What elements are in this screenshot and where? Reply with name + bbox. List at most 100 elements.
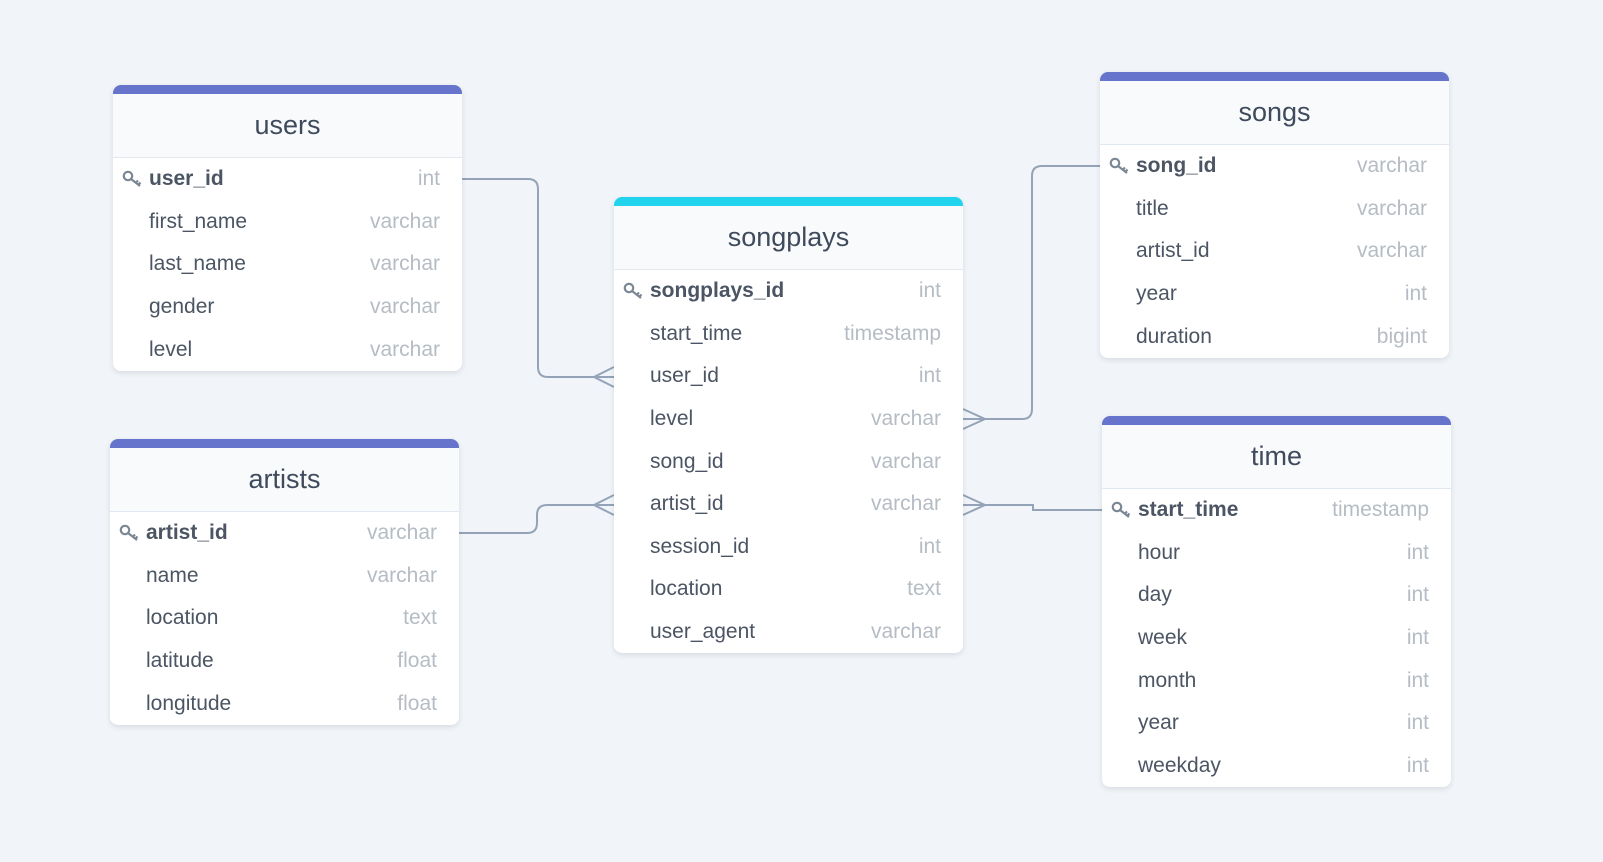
table-accent-bar bbox=[1102, 416, 1451, 425]
column-name: start_time bbox=[650, 321, 743, 345]
column-row[interactable]: user_id int bbox=[614, 355, 963, 398]
column-name: first_name bbox=[149, 209, 248, 233]
column-name: user_id bbox=[149, 167, 224, 191]
column-row[interactable]: artist_id varchar bbox=[614, 483, 963, 526]
crowfoot-users-songplays bbox=[591, 366, 615, 388]
column-type: float bbox=[397, 649, 437, 673]
column-row[interactable]: duration bigint bbox=[1100, 315, 1449, 358]
column-row[interactable]: first_name varchar bbox=[113, 201, 462, 244]
column-type: int bbox=[1406, 711, 1429, 735]
column-name: artist_id bbox=[146, 521, 228, 545]
column-type: varchar bbox=[870, 407, 941, 431]
column-name: year bbox=[1138, 711, 1179, 735]
key-icon bbox=[623, 282, 643, 299]
column-name: title bbox=[1136, 196, 1169, 220]
table-title[interactable]: songs bbox=[1100, 81, 1449, 145]
column-name: artist_id bbox=[1136, 239, 1210, 263]
column-name: user_agent bbox=[650, 620, 756, 644]
column-type: text bbox=[403, 606, 437, 630]
column-row[interactable]: hour int bbox=[1102, 532, 1451, 575]
column-type: varchar bbox=[366, 563, 437, 587]
column-row[interactable]: title varchar bbox=[1100, 188, 1449, 231]
column-type: timestamp bbox=[844, 321, 941, 345]
column-type: int bbox=[1406, 753, 1429, 777]
key-icon bbox=[1111, 501, 1131, 518]
column-row[interactable]: week int bbox=[1102, 617, 1451, 660]
table-title[interactable]: songplays bbox=[614, 206, 963, 270]
column-name: song_id bbox=[650, 449, 724, 473]
table-songs[interactable]: songs song_id varchar title varchar artist_id… bbox=[1100, 72, 1449, 358]
column-type: int bbox=[918, 534, 941, 558]
column-name: longitude bbox=[146, 691, 232, 715]
link-users-songplays bbox=[462, 178, 614, 378]
key-icon bbox=[1109, 157, 1129, 174]
column-row[interactable]: start_time timestamp bbox=[1102, 489, 1451, 532]
column-name: month bbox=[1138, 668, 1197, 692]
column-name: location bbox=[146, 606, 219, 630]
column-type: varchar bbox=[1356, 196, 1427, 220]
column-row[interactable]: artist_id varchar bbox=[1100, 230, 1449, 273]
table-songplays[interactable]: songplays songplays_id int start_time timest… bbox=[614, 197, 963, 654]
column-type: int bbox=[918, 279, 941, 303]
column-type: varchar bbox=[369, 295, 440, 319]
column-row[interactable]: level varchar bbox=[113, 328, 462, 371]
table-time[interactable]: time start_time timestamp hour int day int week… bbox=[1102, 416, 1451, 788]
link-artists-songplays bbox=[459, 504, 614, 534]
table-title[interactable]: artists bbox=[110, 448, 459, 512]
column-name: artist_id bbox=[650, 492, 724, 516]
column-row[interactable]: level varchar bbox=[614, 398, 963, 441]
column-row[interactable]: longitude float bbox=[110, 682, 459, 725]
column-name: day bbox=[1138, 583, 1172, 607]
column-row[interactable]: day int bbox=[1102, 574, 1451, 617]
column-type: int bbox=[1406, 583, 1429, 607]
column-type: bigint bbox=[1376, 324, 1427, 348]
column-type: int bbox=[1406, 540, 1429, 564]
column-type: varchar bbox=[1356, 154, 1427, 178]
column-row[interactable]: song_id varchar bbox=[1100, 145, 1449, 188]
column-type: varchar bbox=[870, 492, 941, 516]
column-type: varchar bbox=[369, 209, 440, 233]
key-icon bbox=[119, 524, 139, 541]
column-type: float bbox=[397, 691, 437, 715]
table-title[interactable]: time bbox=[1102, 425, 1451, 489]
column-row[interactable]: latitude float bbox=[110, 640, 459, 683]
column-row[interactable]: last_name varchar bbox=[113, 243, 462, 286]
column-row[interactable]: location text bbox=[110, 597, 459, 640]
column-row[interactable]: session_id int bbox=[614, 526, 963, 569]
column-name: level bbox=[149, 337, 193, 361]
column-row[interactable]: location text bbox=[614, 568, 963, 611]
column-name: year bbox=[1136, 282, 1177, 306]
column-type: varchar bbox=[1356, 239, 1427, 263]
column-type: int bbox=[1406, 626, 1429, 650]
column-row[interactable]: song_id varchar bbox=[614, 440, 963, 483]
table-users[interactable]: users user_id int first_name varchar last_nam… bbox=[113, 85, 462, 371]
column-name: week bbox=[1138, 626, 1188, 650]
table-accent-bar bbox=[113, 85, 462, 94]
column-name: gender bbox=[149, 295, 215, 319]
table-accent-bar bbox=[1100, 72, 1449, 81]
column-row[interactable]: user_id int bbox=[113, 158, 462, 201]
column-name: songplays_id bbox=[650, 279, 785, 303]
column-type: timestamp bbox=[1332, 498, 1429, 522]
column-row[interactable]: name varchar bbox=[110, 555, 459, 598]
column-row[interactable]: user_agent varchar bbox=[614, 611, 963, 654]
column-type: int bbox=[918, 364, 941, 388]
column-type: varchar bbox=[366, 521, 437, 545]
column-name: latitude bbox=[146, 649, 214, 673]
column-name: location bbox=[650, 577, 723, 601]
column-name: name bbox=[146, 563, 199, 587]
column-name: weekday bbox=[1138, 753, 1221, 777]
column-row[interactable]: gender varchar bbox=[113, 286, 462, 329]
column-row[interactable]: start_time timestamp bbox=[614, 313, 963, 356]
column-name: last_name bbox=[149, 252, 246, 276]
table-title[interactable]: users bbox=[113, 94, 462, 158]
column-type: text bbox=[907, 577, 941, 601]
column-row[interactable]: weekday int bbox=[1102, 745, 1451, 788]
column-row[interactable]: artist_id varchar bbox=[110, 512, 459, 555]
column-row[interactable]: year int bbox=[1102, 702, 1451, 745]
column-row[interactable]: month int bbox=[1102, 659, 1451, 702]
column-row[interactable]: year int bbox=[1100, 273, 1449, 316]
column-type: int bbox=[417, 167, 440, 191]
column-row[interactable]: songplays_id int bbox=[614, 270, 963, 313]
table-artists[interactable]: artists artist_id varchar name varchar locati… bbox=[110, 439, 459, 725]
